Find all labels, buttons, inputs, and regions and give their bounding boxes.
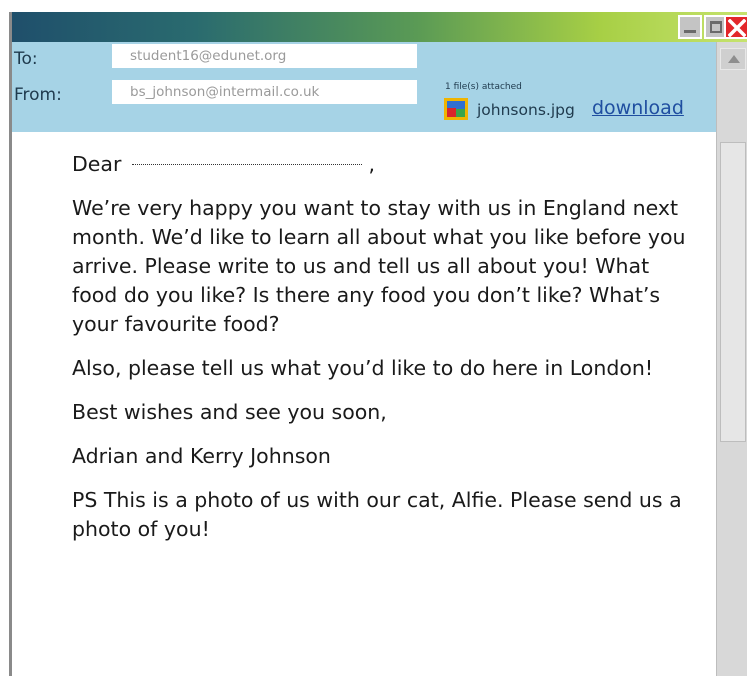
sign-off: Best wishes and see you soon, (72, 400, 387, 424)
postscript: PS This is a photo of us with our cat, A… (72, 488, 682, 541)
attachment-filename[interactable]: johnsons.jpg (477, 101, 575, 119)
close-button[interactable] (724, 15, 747, 39)
close-icon (728, 19, 746, 37)
title-bar[interactable] (12, 12, 747, 42)
to-label: To: (14, 49, 38, 69)
scroll-up-button[interactable] (720, 48, 746, 70)
greeting-line: Dear , (72, 150, 692, 179)
name-blank (131, 164, 362, 165)
minimize-icon (684, 30, 696, 33)
from-field[interactable]: bs_johnson@intermail.co.uk (112, 80, 417, 104)
message-body: Dear , We’re very happy you want to stay… (72, 150, 692, 559)
attachment-count: 1 file(s) attached (445, 82, 522, 92)
signature: Adrian and Kerry Johnson (72, 444, 331, 468)
to-field[interactable]: student16@edunet.org (112, 44, 417, 68)
greeting-text: Dear (72, 152, 122, 176)
message-header: To: student16@edunet.org From: bs_johnso… (12, 42, 747, 132)
arrow-up-icon (728, 55, 740, 63)
vertical-scrollbar[interactable] (716, 42, 747, 676)
image-file-icon (444, 98, 468, 120)
paragraph-london: Also, please tell us what you’d like to … (72, 356, 654, 380)
maximize-icon (710, 21, 722, 33)
greeting-comma: , (368, 152, 375, 176)
from-label: From: (14, 85, 62, 105)
minimize-button[interactable] (678, 15, 702, 39)
paragraph-intro: We’re very happy you want to stay with u… (72, 196, 686, 336)
scrollbar-thumb[interactable] (720, 142, 746, 442)
download-link[interactable]: download (592, 97, 684, 119)
